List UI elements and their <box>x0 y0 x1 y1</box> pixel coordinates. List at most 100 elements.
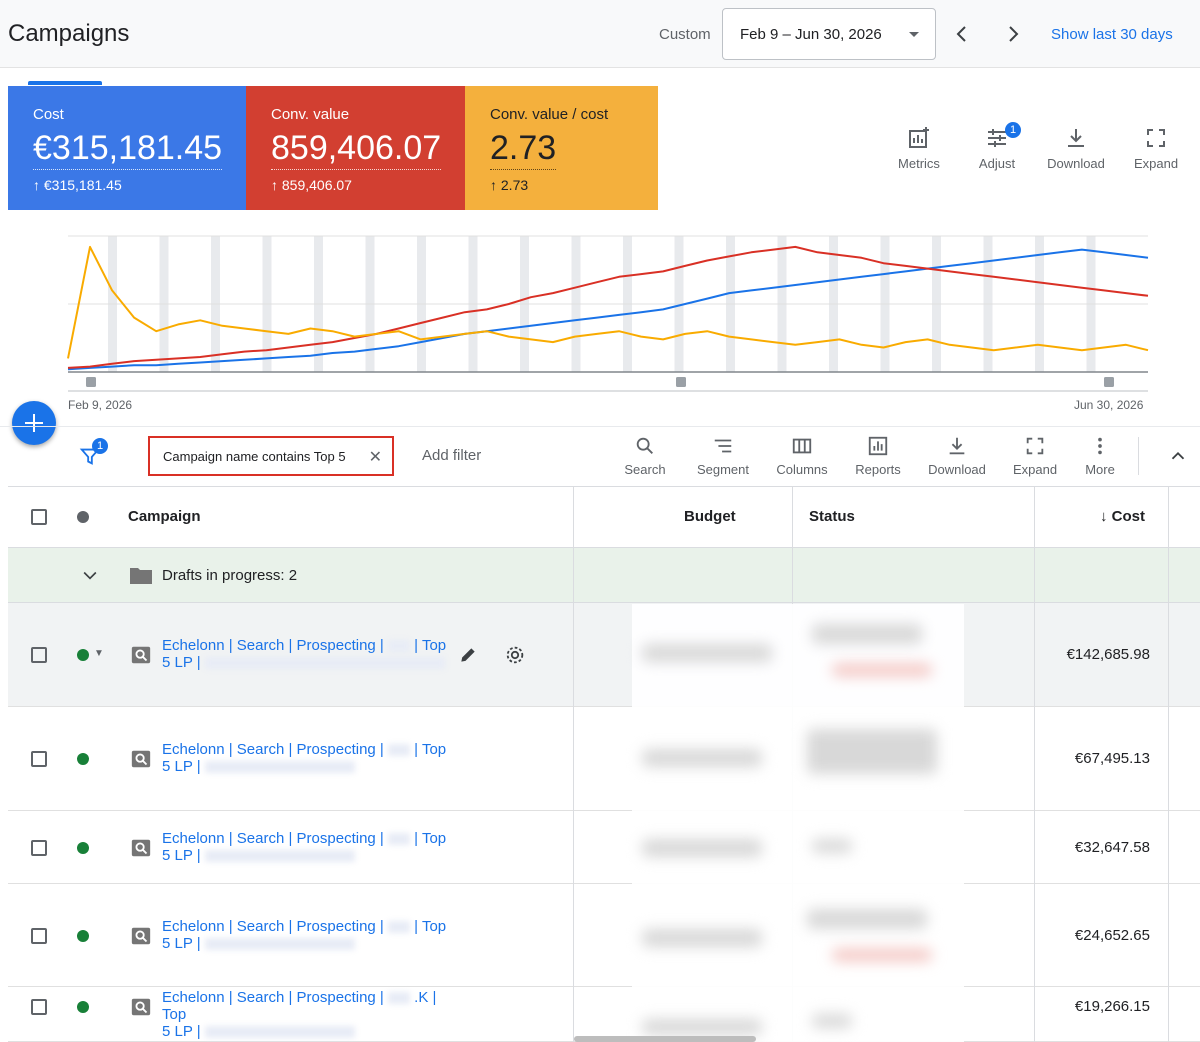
download-icon <box>1068 129 1084 147</box>
redacted-text <box>204 850 355 863</box>
campaign-name-line1: Echelonn | Search | Prospecting | <box>162 637 384 654</box>
row-checkbox[interactable] <box>31 999 47 1015</box>
sort-down-icon: ↓ <box>1100 508 1108 525</box>
search-campaign-icon <box>131 839 151 857</box>
campaign-name-link[interactable]: Echelonn | Search | Prospecting | | Top 5… <box>162 637 452 671</box>
reports-button[interactable]: Reports <box>852 435 904 477</box>
more-label: More <box>1085 462 1115 477</box>
campaign-name-line2: 5 LP | <box>162 935 201 952</box>
metric-tile-cost[interactable]: Cost €315,181.45 ↑ €315,181.45 <box>8 86 246 210</box>
metric-tile-conv-value[interactable]: Conv. value 859,406.07 ↑ 859,406.07 <box>246 86 465 210</box>
add-filter-button[interactable]: Add filter <box>422 447 481 464</box>
campaign-name-link[interactable]: Echelonn | Search | Prospecting | | Top 5… <box>162 918 452 952</box>
redacted-value <box>832 949 932 961</box>
campaign-name-link[interactable]: Echelonn | Search | Prospecting | | Top 5… <box>162 830 452 864</box>
redacted-text <box>204 938 355 951</box>
table-header: Campaign Budget Status ↓ Cost <box>8 486 1200 548</box>
previous-period-icon[interactable] <box>950 22 974 46</box>
column-cost[interactable]: ↓ Cost <box>1100 508 1145 525</box>
adjust-badge: 1 <box>1005 122 1021 138</box>
redacted-value <box>812 624 922 644</box>
chart-grid <box>68 235 1148 392</box>
metric-label: Conv. value <box>271 106 350 123</box>
campaign-name-top: | Top <box>414 741 447 758</box>
adjust-label: Adjust <box>978 156 1016 171</box>
row-checkbox[interactable] <box>31 751 47 767</box>
remove-filter-icon[interactable]: ✕ <box>369 447 382 467</box>
metrics-button[interactable]: Metrics <box>896 126 942 171</box>
date-range-value: Feb 9 – Jun 30, 2026 <box>740 25 882 43</box>
more-vert-icon <box>1098 437 1102 455</box>
select-all-checkbox[interactable] <box>31 509 47 525</box>
table-row[interactable]: Echelonn | Search | Prospecting | .K | T… <box>8 987 1200 1042</box>
campaign-name-line1: Echelonn | Search | Prospecting | <box>162 989 384 1006</box>
reports-icon <box>868 436 888 456</box>
status-enabled-dot[interactable] <box>77 930 89 942</box>
search-icon <box>636 437 653 454</box>
row-checkbox[interactable] <box>31 647 47 663</box>
campaign-name-top: | Top <box>414 637 447 654</box>
settings-gear-icon[interactable] <box>504 644 526 666</box>
status-dropdown-icon[interactable]: ▼ <box>94 648 104 659</box>
metric-tile-conv-value-per-cost[interactable]: Conv. value / cost 2.73 ↑ 2.73 <box>465 86 658 210</box>
column-campaign[interactable]: Campaign <box>128 508 201 525</box>
campaign-name-link[interactable]: Echelonn | Search | Prospecting | .K | T… <box>162 989 452 1040</box>
edit-pencil-icon[interactable] <box>458 645 478 665</box>
table-row[interactable]: ▼ Echelonn | Search | Prospecting | | Top… <box>8 603 1200 707</box>
campaign-name-line2: 5 LP | <box>162 758 201 775</box>
table-row[interactable]: Echelonn | Search | Prospecting | | Top 5… <box>8 884 1200 987</box>
segment-button[interactable]: Segment <box>694 435 752 477</box>
column-budget[interactable]: Budget <box>684 508 736 525</box>
filter-chip-label: Campaign name contains Top 5 <box>163 448 346 464</box>
column-status[interactable]: Status <box>809 508 855 525</box>
metrics-icon <box>909 127 929 148</box>
metric-change: ↑ 2.73 <box>490 177 529 193</box>
redacted-text <box>204 1026 355 1039</box>
cost-value: €142,685.98 <box>1066 646 1150 663</box>
collapse-chevron-icon[interactable] <box>1167 445 1189 467</box>
chevron-down-icon[interactable] <box>80 565 100 585</box>
table-row[interactable]: Echelonn | Search | Prospecting | | Top 5… <box>8 811 1200 884</box>
table-download-label: Download <box>928 462 986 477</box>
redacted-text <box>388 992 410 1005</box>
redacted-value <box>807 909 927 929</box>
search-campaign-icon <box>131 750 151 768</box>
table-search-button[interactable]: Search <box>622 435 668 477</box>
status-enabled-dot[interactable] <box>77 842 89 854</box>
column-divider <box>1034 486 1035 1042</box>
status-enabled-dot[interactable] <box>77 753 89 765</box>
chart-expand-button[interactable]: Expand <box>1133 126 1179 171</box>
date-range-picker[interactable]: Feb 9 – Jun 30, 2026 <box>722 8 936 60</box>
row-checkbox[interactable] <box>31 840 47 856</box>
redacted-value <box>832 664 932 676</box>
columns-label: Columns <box>776 462 828 477</box>
search-campaign-icon <box>131 646 151 664</box>
redacted-text <box>204 657 445 670</box>
campaign-name-link[interactable]: Echelonn | Search | Prospecting | | Top 5… <box>162 741 452 775</box>
table-expand-button[interactable]: Expand <box>1011 435 1059 477</box>
columns-button[interactable]: Columns <box>774 435 830 477</box>
filter-chip[interactable]: Campaign name contains Top 5 ✕ <box>148 436 394 476</box>
status-dot-header[interactable] <box>77 511 89 523</box>
show-last-30-days-link[interactable]: Show last 30 days <box>1051 26 1173 43</box>
status-enabled-dot[interactable] <box>77 649 89 661</box>
next-period-icon[interactable] <box>1001 22 1025 46</box>
chart-download-button[interactable]: Download <box>1045 126 1107 171</box>
cost-value: €19,266.15 <box>1074 998 1150 1015</box>
drafts-row[interactable]: Drafts in progress: 2 <box>8 548 1200 603</box>
dropdown-caret-icon <box>909 32 919 37</box>
metric-value: €315,181.45 <box>33 129 223 170</box>
cost-value: €32,647.58 <box>1074 839 1150 856</box>
horizontal-scrollbar[interactable] <box>574 1036 756 1042</box>
more-button[interactable]: More <box>1082 435 1118 477</box>
redacted-value <box>642 839 762 857</box>
table-download-button[interactable]: Download <box>926 435 988 477</box>
filter-bar: 1 Campaign name contains Top 5 ✕ Add fil… <box>0 426 1200 486</box>
table-row[interactable]: Echelonn | Search | Prospecting | | Top 5… <box>8 707 1200 811</box>
redacted-text <box>388 744 410 757</box>
range-handle <box>1104 377 1114 387</box>
status-enabled-dot[interactable] <box>77 1001 89 1013</box>
performance-chart[interactable] <box>0 212 1200 426</box>
chart-end-date: Jun 30, 2026 <box>1074 398 1144 412</box>
row-checkbox[interactable] <box>31 928 47 944</box>
